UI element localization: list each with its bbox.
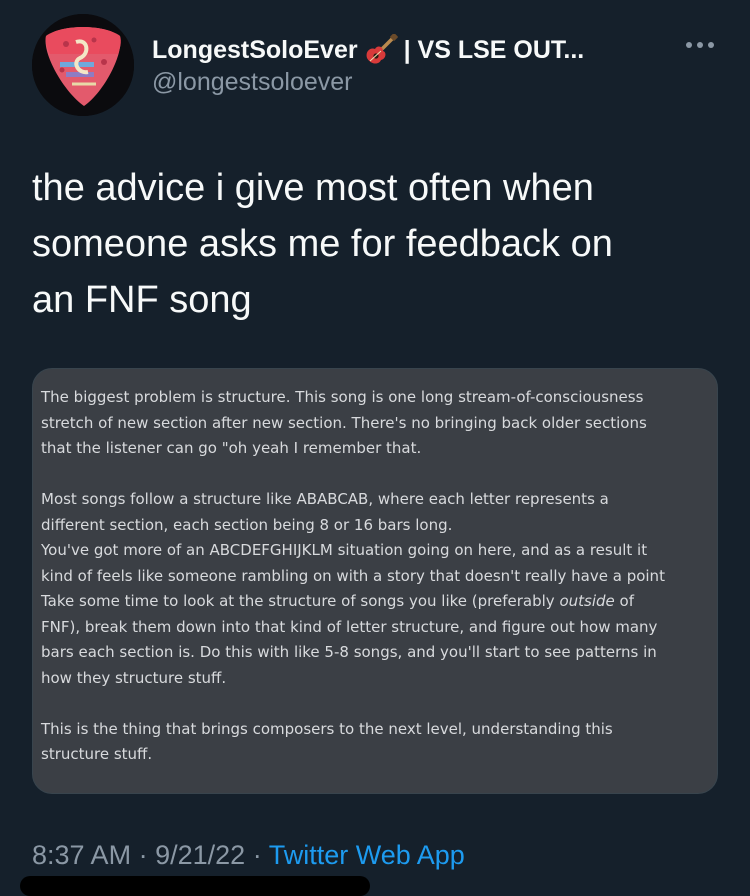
- image-text-line: Most songs follow a structure like ABABC…: [41, 490, 609, 508]
- image-text-emphasis: outside: [559, 592, 615, 610]
- image-text-line: how they structure stuff.: [41, 668, 227, 687]
- more-dot-icon: [708, 42, 714, 48]
- image-text-line: kind of feels like someone rambling on w…: [41, 566, 665, 585]
- image-text-line: This is the thing that brings composers …: [41, 719, 613, 738]
- author-name-suffix: | VS LSE OUT...: [403, 35, 585, 64]
- bottom-overlay-bar: [20, 876, 370, 896]
- more-dot-icon: [686, 42, 692, 48]
- tweet-time[interactable]: 8:37 AM: [32, 840, 131, 870]
- timestamp-separator: ·: [252, 840, 262, 870]
- author-name-row[interactable]: LongestSoloEver | VS LSE OUT...: [152, 30, 672, 70]
- tweet-image[interactable]: The biggest problem is structure. This s…: [32, 368, 718, 794]
- image-message-text: The biggest problem is structure. This s…: [41, 385, 711, 768]
- tweet-text: the advice i give most often when someon…: [32, 160, 722, 328]
- author-handle[interactable]: @longestsoloever: [152, 68, 353, 97]
- tweet-timestamp-row: 8:37 AM · 9/21/22 · Twitter Web App: [32, 840, 465, 871]
- guitar-pick-avatar-icon: [32, 14, 134, 116]
- image-text-segment: of: [614, 592, 634, 610]
- image-text-line: structure stuff.: [41, 745, 153, 763]
- timestamp-separator: ·: [138, 840, 148, 870]
- tweet-date[interactable]: 9/21/22: [155, 840, 245, 870]
- image-text-line: You've got more of an ABCDEFGHIJKLM situ…: [41, 541, 648, 559]
- more-dot-icon: [697, 42, 703, 48]
- tweet-text-line: the advice i give most often when: [32, 167, 594, 209]
- guitar-icon: [364, 33, 398, 66]
- tweet-text-line: an FNF song: [32, 279, 252, 321]
- image-text-line: stretch of new section after new section…: [41, 413, 647, 432]
- avatar[interactable]: [32, 14, 134, 116]
- image-text-line: bars each section is. Do this with like …: [41, 643, 657, 661]
- image-text-line: that the listener can go "oh yeah I reme…: [41, 439, 422, 457]
- tweet-text-line: someone asks me for feedback on: [32, 223, 613, 265]
- more-options-button[interactable]: [678, 30, 722, 60]
- author-display-name[interactable]: LongestSoloEver: [152, 36, 358, 65]
- image-text-line: FNF), break them down into that kind of …: [41, 617, 658, 636]
- image-text-segment: Take some time to look at the structure …: [41, 592, 560, 610]
- image-text-line: The biggest problem is structure. This s…: [41, 388, 644, 406]
- image-text-line: Take some time to look at the structure …: [41, 589, 711, 615]
- image-text-line: different section, each section being 8 …: [41, 515, 453, 534]
- tweet-source-link[interactable]: Twitter Web App: [269, 840, 465, 870]
